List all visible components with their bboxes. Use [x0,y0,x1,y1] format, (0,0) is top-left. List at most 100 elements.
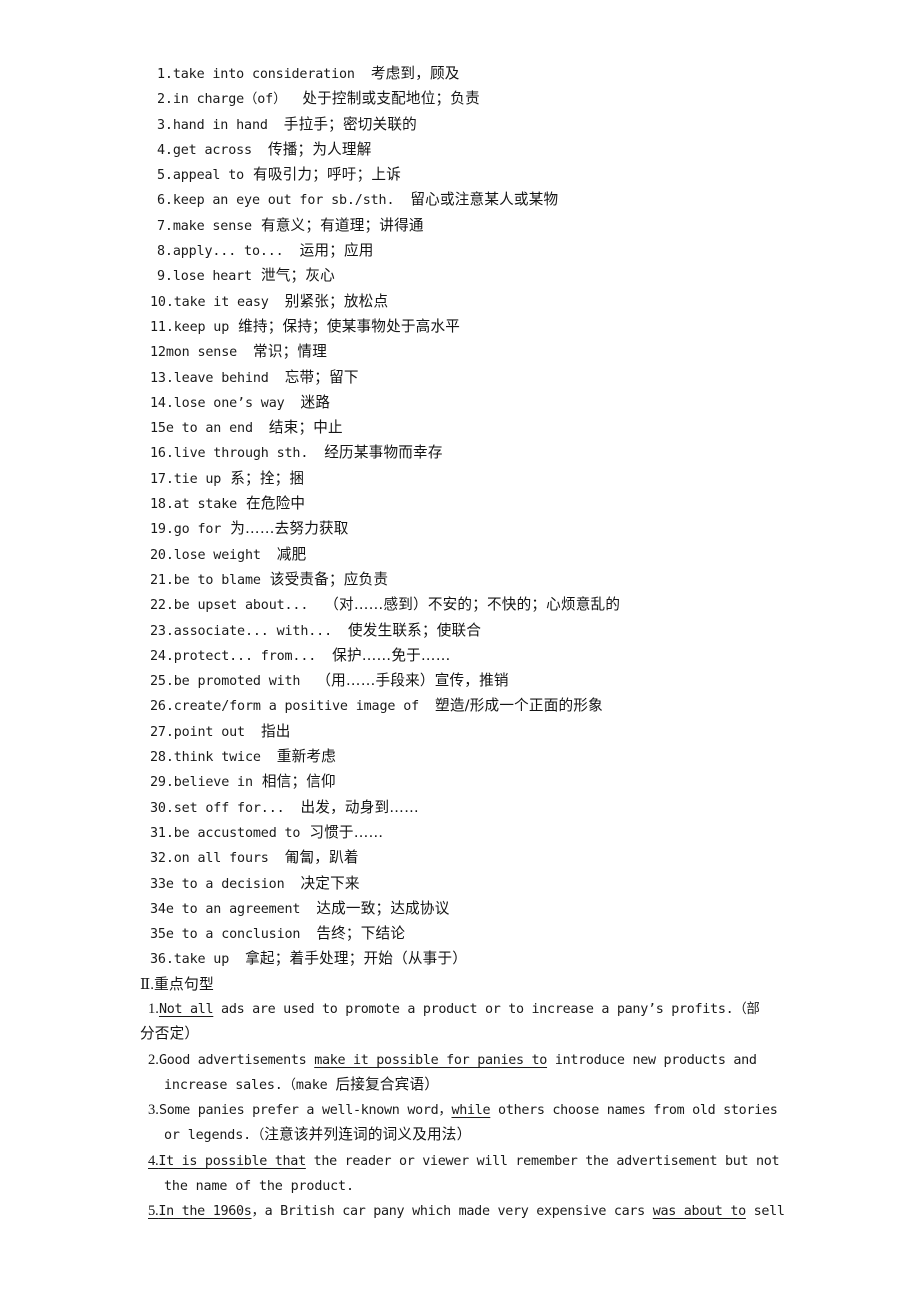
phrase-english: set off for... [173,800,285,816]
phrase-chinese: 有意义；有道理；讲得通 [260,216,424,234]
phrase-chinese: 别紧张；放松点 [284,292,389,310]
phrase-item: 28.think twice 重新考虑 [72,745,862,770]
phrase-item: 15e to an end 结束；中止 [72,416,862,441]
sentence-text: Good advertisements [158,1052,315,1068]
sentence-text: Some panies prefer a well-known word， [158,1103,452,1119]
phrase-number: 25. [150,674,174,690]
phrase-number: 6. [157,193,173,209]
phrase-chinese: 匍匐，趴着 [284,849,359,867]
phrase-english: believe in [173,775,253,791]
phrase-number: 32. [150,851,174,867]
phrase-chinese: 有吸引力；呼吁；上诉 [253,166,401,184]
phrase-item: 17.tie up 系；拴；捆 [72,467,862,492]
phrase-number: 33 [150,876,166,892]
phrase-chinese: 留心或注意某人或某物 [410,191,559,209]
sentence-pattern-item: 2.Good advertisements make it possible f… [72,1048,862,1099]
phrase-english: lose one’s way [173,395,285,411]
phrase-english: lose weight [173,547,261,563]
phrase-item: 7.make sense 有意义；有道理；讲得通 [72,214,862,239]
phrase-chinese: 保护……免于…… [332,646,451,664]
phrase-number: 36. [150,952,174,968]
phrase-list: 1.take into consideration 考虑到，顾及 2.in cha… [72,62,862,973]
sentence-number: 5. [148,1203,159,1220]
phrase-item: 30.set off for... 出发，动身到…… [72,796,862,821]
highlighted-phrase: make it possible for panies to [314,1052,548,1068]
phrase-item: 24.protect... from... 保护……免于…… [72,644,862,669]
phrase-item: 32.on all fours 匍匐，趴着 [72,846,862,871]
phrase-english: point out [173,724,245,740]
sentence-pattern-item: 5.In the 1960s，a British car pany which … [72,1199,862,1224]
phrase-english: take up [173,952,230,968]
phrase-english: make sense [172,218,252,234]
phrase-item: 33e to a decision 决定下来 [72,872,862,897]
sentence-number: 2. [148,1051,159,1068]
highlighted-phrase: Not all [158,1001,214,1017]
sentence-text: the name of the product. [164,1179,354,1195]
phrase-chinese: 经历某事物而幸存 [324,444,443,462]
phrase-item: 12mon sense 常识；情理 [72,340,862,365]
sentence-note: 分否定） [140,1025,200,1043]
phrase-item: 16.live through sth. 经历某事物而幸存 [72,441,862,466]
sentence-line: 4.It is possible that the reader or view… [72,1149,862,1174]
sentence-continuation: 分否定） [72,1022,862,1047]
phrase-number: 9. [157,269,173,285]
phrase-item: 10.take it easy 别紧张；放松点 [72,290,862,315]
phrase-english: lose heart [172,269,252,285]
phrase-english: be promoted with [173,674,301,690]
phrase-item: 25.be promoted with （用……手段来）宣传，推销 [72,669,862,694]
phrase-number: 21. [150,572,174,588]
phrase-english: be upset about... [173,598,309,614]
phrase-number: 10. [150,294,174,310]
sentence-text: introduce new products and [547,1052,757,1068]
phrase-number: 11. [150,319,174,335]
phrase-item: 18.at stake 在危险中 [72,492,862,517]
phrase-number: 20. [150,547,174,563]
phrase-english: on all fours [173,851,269,867]
phrase-number: 8. [157,244,173,260]
phrase-item: 3.hand in hand 手拉手；密切关联的 [72,113,862,138]
phrase-number: 3. [157,117,173,133]
phrase-chinese: 相信；信仰 [261,773,336,791]
phrase-chinese: 减肥 [276,545,307,563]
phrase-item: 19.go for 为……去努力获取 [72,517,862,542]
sentence-line: 3.Some panies prefer a well-known word，w… [72,1098,862,1123]
phrase-english: get across [172,142,252,158]
sentence-note-close: ） [424,1075,440,1093]
phrase-english: keep up [173,319,230,335]
phrase-number: 15 [150,421,166,437]
phrase-chinese: 指出 [260,722,291,740]
sentence-line: 5.In the 1960s，a British car pany which … [72,1199,862,1224]
phrase-chinese: 手拉手；密切关联的 [283,115,417,133]
phrase-english: e to an agreement [165,901,301,917]
phrase-item: 1.take into consideration 考虑到，顾及 [72,62,862,87]
phrase-item: 22.be upset about... （对……感到）不安的；不快的；心烦意乱的 [72,593,862,618]
phrase-number: 28. [150,750,174,766]
phrase-chinese: 决定下来 [300,874,360,892]
phrase-chinese: 在危险中 [246,495,306,513]
phrase-item: 27.point out 指出 [72,720,862,745]
section-numeral: Ⅱ. [140,976,154,993]
phrase-item: 31.be accustomed to 习惯于…… [72,821,862,846]
phrase-number: 2. [157,92,173,108]
highlighted-phrase: was about to [652,1204,746,1220]
phrase-item: 35e to a conclusion 告终；下结论 [72,922,862,947]
sentence-pattern-item: 4.It is possible that the reader or view… [72,1149,862,1200]
phrase-number: 35 [150,927,166,943]
phrase-chinese: 处于控制或支配地位；负责 [302,90,480,108]
phrase-chinese: 塑造/形成一个正面的形象 [435,697,603,715]
highlighted-phrase: It is possible that [158,1153,306,1169]
phrase-number: 5. [157,168,173,184]
phrase-chinese: 传播；为人理解 [267,140,372,158]
phrase-item: 4.get across 传播；为人理解 [72,138,862,163]
phrase-chinese: 习惯于…… [309,823,384,841]
phrase-item: 11.keep up 维持；保持；使某事物处于高水平 [72,315,862,340]
phrase-item: 9.lose heart 泄气；灰心 [72,264,862,289]
sentence-pattern-item: 3.Some panies prefer a well-known word，w… [72,1098,862,1149]
phrase-chinese: （用……手段来）宣传，推销 [316,672,509,690]
phrase-chinese: 忘带；留下 [284,368,359,386]
phrase-english: appeal to [172,168,245,184]
phrase-chinese: 出发，动身到…… [300,798,419,816]
phrase-english: leave behind [173,370,269,386]
phrase-number: 34 [150,901,166,917]
phrase-item: 34e to an agreement 达成一致；达成协议 [72,897,862,922]
